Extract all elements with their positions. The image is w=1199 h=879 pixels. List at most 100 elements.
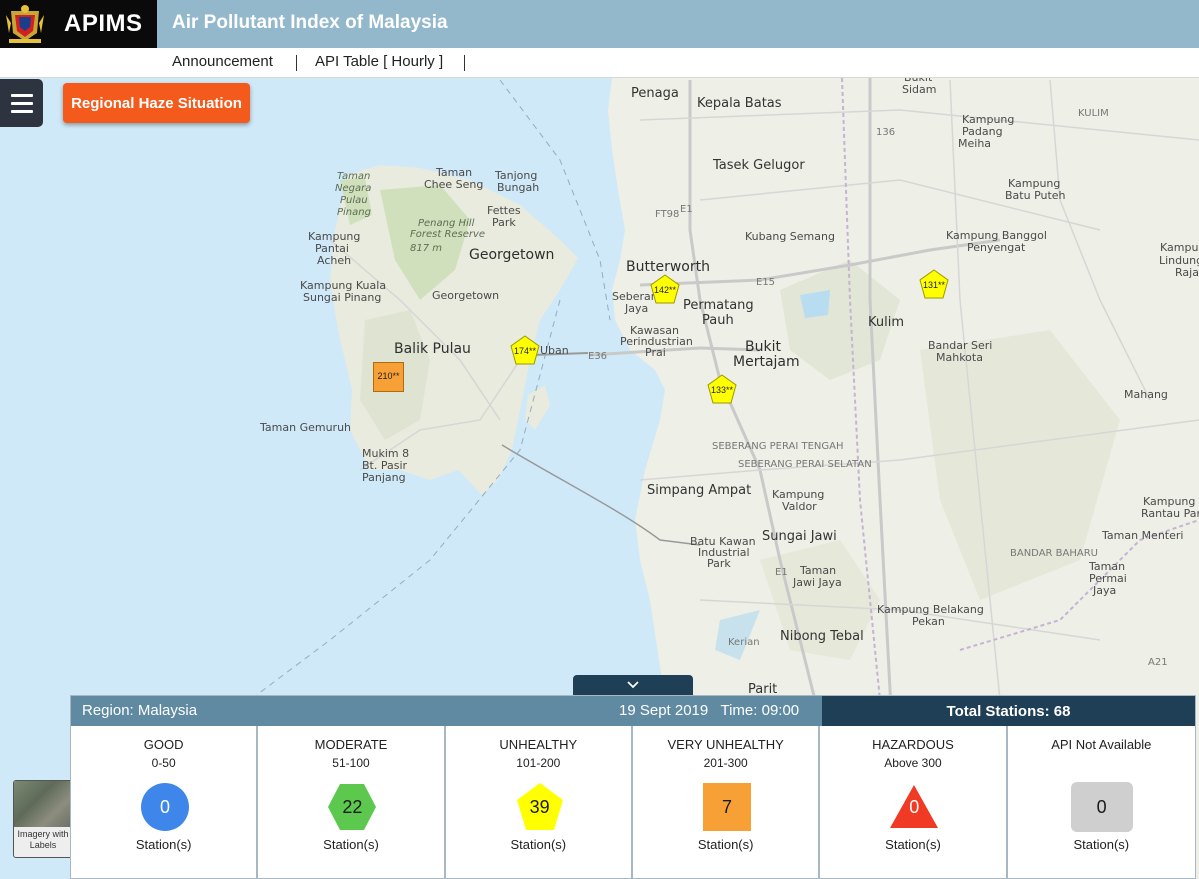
panel-header: Region: Malaysia 19 Sept 2019 Time: 09:0… [71,696,1195,726]
malaysia-coat-of-arms-icon [0,0,50,48]
road-shield-label: 136 [876,127,895,138]
category-api-not-available[interactable]: API Not Available 0 Station(s) [1008,726,1195,879]
category-name: API Not Available [1051,737,1152,752]
category-hazardous[interactable]: HAZARDOUS Above 300 0 Station(s) [820,726,1008,879]
stations-label: Station(s) [510,837,567,852]
regional-haze-button[interactable]: Regional Haze Situation [63,83,250,123]
stations-label: Station(s) [1073,837,1130,852]
map-place-label: Uban [540,344,569,357]
basemap-label: Imagery with Labels [17,829,69,850]
map-place-label: Penyengat [967,241,1026,254]
chevron-down-icon [627,681,639,689]
category-range: 101-200 [516,756,561,770]
category-unhealthy[interactable]: UNHEALTHY 101-200 39 Station(s) [446,726,633,879]
station-count: 7 [721,796,732,817]
map-place-label: Batu Puteh [1005,189,1066,202]
map-place-label: 817 m [410,243,442,254]
station-marker[interactable]: 133** [707,374,737,404]
map-place-label: Jaya [624,302,648,315]
map-place-label: Penaga [631,86,679,101]
map-place-label: Rantau Pan [1141,507,1199,520]
map-place-label: Kampung [1160,241,1199,254]
basemap-toggle[interactable]: Imagery with Labels [13,780,73,858]
stations-label: Station(s) [323,837,379,852]
map-place-label: Acheh [317,254,351,267]
stations-label: Station(s) [135,837,192,852]
road-shield-label: E15 [756,277,775,288]
map-place-label: Tasek Gelugor [712,158,805,173]
map-place-label: Georgetown [469,247,554,263]
api-status-panel: Region: Malaysia 19 Sept 2019 Time: 09:0… [70,695,1196,879]
category-range: 51-100 [332,756,370,770]
map-place-label: Kubang Semang [745,230,835,243]
category-name: HAZARDOUS [872,737,954,752]
map-place-label: Bungah [497,181,539,194]
map-place-label: Valdor [782,500,817,513]
station-count: 0 [159,796,170,817]
station-api-value: 131** [922,280,946,290]
nav-divider [296,55,297,71]
hamburger-menu-button[interactable] [0,79,43,127]
road-shield-label: E1 [775,567,788,578]
map-place-label: Permatang [683,298,754,313]
category-range: 0-50 [151,756,176,770]
map-place-label: Raja [1175,266,1199,279]
station-count: 39 [529,796,550,817]
map-place-label: Panjang [362,471,406,484]
map-place-label: Kepala Batas [697,96,782,111]
map-place-label: Sungai Jawi [762,529,837,544]
map-place-label: Negara [335,183,371,194]
map-place-label: KULIM [1078,108,1109,119]
category-name: MODERATE [314,737,388,752]
station-count: 0 [1096,796,1107,817]
nav-divider [464,55,465,71]
road-shield-label: E36 [588,351,607,362]
stations-label: Station(s) [885,837,941,852]
station-marker[interactable]: 210** [373,362,404,392]
map-place-label: Mahkota [936,351,983,364]
map-place-label: Kulim [868,315,904,330]
map-place-label: Taman Menteri [1101,529,1183,542]
map-place-label: Georgetown [432,289,499,302]
station-marker[interactable]: 131** [919,269,949,299]
region-label: Region: Malaysia [82,702,198,719]
map-place-label: Pulau [340,195,368,206]
category-name: VERY UNHEALTHY [667,737,784,752]
road-shield-label: E1 [680,204,693,215]
sub-navigation: Announcement API Table [ Hourly ] [0,48,1199,78]
station-api-value: 133** [710,385,734,395]
app-header: APIMS Air Pollutant Index of Malaysia [0,0,1199,48]
category-range: 201-300 [703,756,748,770]
category-name: GOOD [143,737,184,752]
map-place-label: Sidam [902,83,936,96]
map-place-label: Taman [337,171,370,182]
imagery-thumbnail [14,781,72,827]
brand[interactable]: APIMS [0,0,157,48]
map-place-label: Jawi Jaya [792,576,842,589]
station-marker[interactable]: 142** [650,274,680,304]
map-place-label: Mahang [1124,388,1168,401]
map-place-label: Nibong Tebal [780,629,864,644]
time-label: Time: 09:00 [720,702,800,719]
category-moderate[interactable]: MODERATE 51-100 22 Station(s) [258,726,446,879]
station-marker[interactable]: 174** [510,335,540,365]
map-place-label: Penang Hill [418,218,475,229]
panel-collapse-button[interactable] [573,675,693,695]
category-very-unhealthy[interactable]: VERY UNHEALTHY 201-300 7 Station(s) [633,726,821,879]
station-api-value: 174** [513,346,537,356]
map-place-label: Pinang [337,207,371,218]
map-place-label: Pekan [912,615,945,628]
apims-app: PenagaKepala BatasBukitSidamKampungPadan… [0,0,1199,879]
category-good[interactable]: GOOD 0-50 0 Station(s) [71,726,259,879]
map-place-label: Prai [645,346,666,359]
station-api-value: 142** [653,285,677,295]
category-range: Above 300 [884,756,942,770]
nav-api-table-hourly[interactable]: API Table [ Hourly ] [315,53,443,70]
map-place-label: Taman Gemuruh [259,421,351,434]
stations-label: Station(s) [697,837,754,852]
nav-announcement[interactable]: Announcement [172,53,273,70]
map-place-label: Park [707,557,731,570]
date-time: 19 Sept 2019 Time: 09:00 [619,702,799,719]
map-place-label: SEBERANG PERAI TENGAH [712,441,844,452]
brand-name: APIMS [64,10,143,37]
